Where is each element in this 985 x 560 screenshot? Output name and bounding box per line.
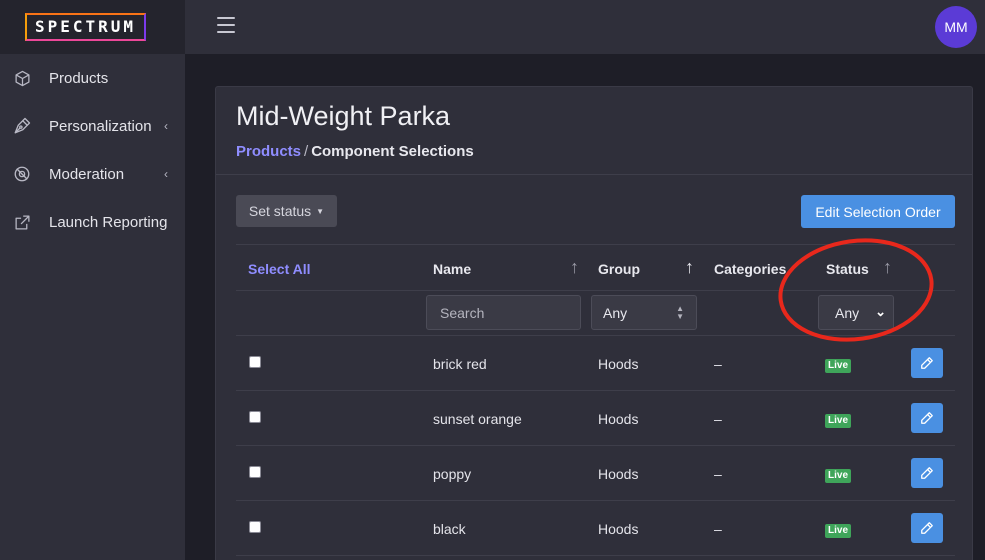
cell-name: poppy <box>433 466 472 482</box>
row-checkbox[interactable] <box>249 411 261 423</box>
cell-group: Hoods <box>598 356 639 372</box>
external-link-icon <box>12 212 32 232</box>
cell-group: Hoods <box>598 411 639 427</box>
logo-area: SPECTRUM <box>0 0 185 54</box>
cube-icon <box>12 68 32 88</box>
edit-button[interactable] <box>911 513 943 543</box>
status-filter-value: Any <box>835 304 860 321</box>
cell-categories: – <box>714 521 722 537</box>
cell-name: sunset orange <box>433 411 522 427</box>
status-filter-select[interactable]: Any ⌄ <box>818 295 894 330</box>
sidebar-item-label: Products <box>49 69 109 87</box>
sidebar-item-label: Personalization <box>49 117 152 135</box>
breadcrumb-current: Component Selections <box>311 143 474 160</box>
column-header-categories: Categories <box>714 261 787 277</box>
pencil-icon <box>921 522 933 534</box>
status-badge: Live <box>825 414 852 428</box>
sidebar-item-label: Moderation <box>49 165 125 183</box>
row-checkbox[interactable] <box>249 356 261 368</box>
status-badge: Live <box>825 359 852 373</box>
selections-table: Select All Name ↑ Group ↑ Categories Sta… <box>236 244 955 556</box>
sort-arrow-up-icon[interactable]: ↑ <box>883 257 892 278</box>
page-title: Mid-Weight Parka <box>236 101 451 131</box>
table-row: sunset orange Hoods – Live <box>236 391 955 446</box>
breadcrumb: Products / Component Selections <box>236 143 474 160</box>
edit-button[interactable] <box>911 458 943 488</box>
spectrum-logo[interactable]: SPECTRUM <box>25 13 147 41</box>
pencil-icon <box>921 467 933 479</box>
table-row: black Hoods – Live <box>236 501 955 556</box>
select-all-link[interactable]: Select All <box>248 261 311 277</box>
column-header-group[interactable]: Group <box>598 261 640 277</box>
table-row: poppy Hoods – Live <box>236 446 955 501</box>
row-checkbox[interactable] <box>249 466 261 478</box>
sidebar-item-moderation[interactable]: Moderation ‹ <box>0 150 185 198</box>
table-row: brick red Hoods – Live <box>236 336 955 391</box>
topbar: MM <box>185 0 985 54</box>
sidebar-item-personalization[interactable]: Personalization ‹ <box>0 102 185 150</box>
search-input[interactable] <box>426 295 581 330</box>
cell-categories: – <box>714 466 722 482</box>
sort-arrow-up-icon[interactable]: ↑ <box>570 257 579 278</box>
cell-name: brick red <box>433 356 487 372</box>
avatar[interactable]: MM <box>935 6 977 48</box>
column-header-name[interactable]: Name <box>433 261 471 277</box>
cell-name: black <box>433 521 466 537</box>
group-filter-value: Any <box>603 304 628 321</box>
filter-row: Any ▲▼ Any ⌄ <box>236 291 955 336</box>
chevron-left-icon: ‹ <box>164 119 168 133</box>
row-checkbox[interactable] <box>249 521 261 533</box>
cell-categories: – <box>714 411 722 427</box>
breadcrumb-link-products[interactable]: Products <box>236 143 301 160</box>
sidebar: SPECTRUM Products Personalization ‹ Mode… <box>0 0 185 560</box>
sidebar-item-label: Launch Reporting <box>49 213 168 231</box>
chevron-down-icon: ⌄ <box>875 304 886 319</box>
moderation-icon <box>12 164 32 184</box>
sidebar-nav: Products Personalization ‹ Moderation ‹ … <box>0 54 185 246</box>
edit-button[interactable] <box>911 348 943 378</box>
divider <box>216 174 972 175</box>
cell-group: Hoods <box>598 466 639 482</box>
chevron-left-icon: ‹ <box>164 167 168 181</box>
status-badge: Live <box>825 469 852 483</box>
pencil-icon <box>921 412 933 424</box>
status-badge: Live <box>825 524 852 538</box>
column-header-status[interactable]: Status <box>826 261 869 277</box>
pen-nib-icon <box>12 116 32 136</box>
set-status-button[interactable]: Set status ▼ <box>236 195 337 227</box>
up-down-icon: ▲ ▼ <box>676 304 684 321</box>
sort-arrow-up-icon[interactable]: ↑ <box>685 257 694 278</box>
edit-button[interactable] <box>911 403 943 433</box>
cell-group: Hoods <box>598 521 639 537</box>
set-status-label: Set status <box>248 203 312 219</box>
main-card: Mid-Weight Parka Products / Component Sele… <box>215 86 973 560</box>
edit-selection-order-button[interactable]: Edit Selection Order <box>801 195 955 228</box>
sidebar-item-products[interactable]: Products <box>0 54 185 102</box>
group-filter-select[interactable]: Any ▲ ▼ <box>591 295 697 330</box>
caret-down-icon: ▼ <box>316 206 325 216</box>
pencil-icon <box>921 357 933 369</box>
table-header: Select All Name ↑ Group ↑ Categories Sta… <box>236 244 955 291</box>
hamburger-icon[interactable] <box>217 17 235 33</box>
breadcrumb-separator: / <box>304 143 309 160</box>
cell-categories: – <box>714 356 722 372</box>
sidebar-item-launch-reporting[interactable]: Launch Reporting <box>0 198 185 246</box>
